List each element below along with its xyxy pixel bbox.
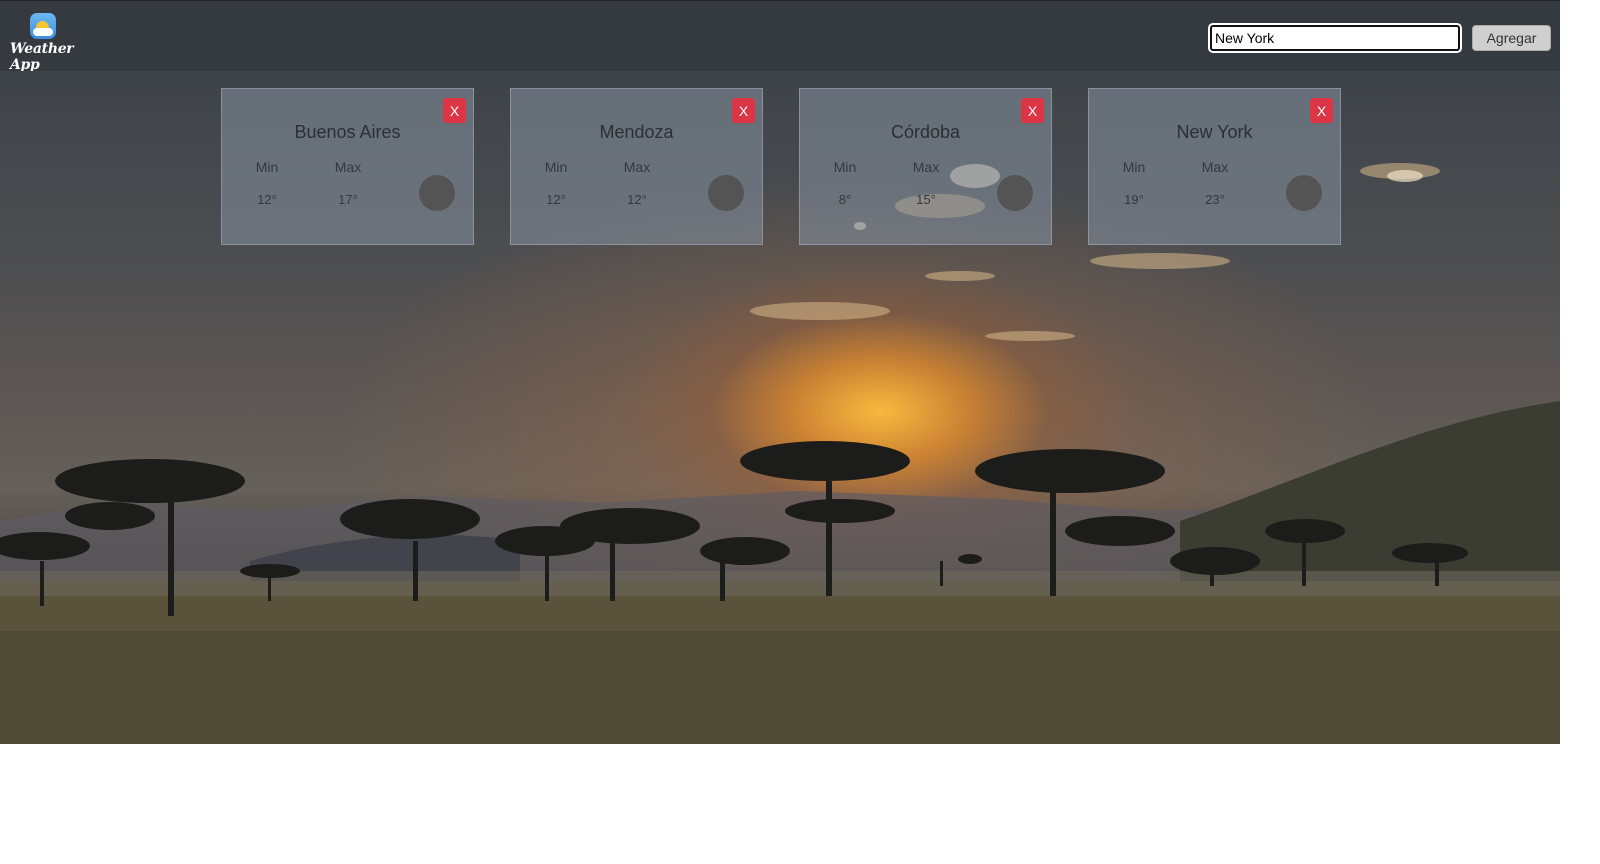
city-card: X New York Min 19° Max 23°: [1088, 88, 1341, 245]
max-temperature: Max 12°: [607, 159, 667, 207]
min-label: Min: [544, 159, 568, 175]
max-temperature: Max 23°: [1185, 159, 1245, 207]
max-value: 12°: [627, 192, 647, 207]
min-temperature: Min 12°: [526, 159, 586, 207]
max-value: 17°: [338, 192, 358, 207]
remove-city-button[interactable]: X: [732, 98, 755, 123]
weather-icon: [419, 175, 455, 211]
remove-city-button[interactable]: X: [1021, 98, 1044, 123]
city-card: X Córdoba Min 8° Max 15°: [799, 88, 1052, 245]
max-label: Max: [623, 159, 651, 175]
navbar: Weather App Agregar: [0, 0, 1560, 73]
min-value: 19°: [1124, 192, 1144, 207]
city-name: Córdoba: [890, 122, 961, 142]
max-label: Max: [1201, 159, 1229, 175]
city-name: Buenos Aires: [294, 122, 401, 142]
max-temperature: Max 17°: [318, 159, 378, 207]
min-label: Min: [1122, 159, 1146, 175]
city-card: X Buenos Aires Min 12° Max 17°: [221, 88, 474, 245]
min-temperature: Min 19°: [1104, 159, 1164, 207]
max-value: 23°: [1205, 192, 1225, 207]
add-city-button[interactable]: Agregar: [1472, 25, 1551, 51]
city-name: New York: [1176, 122, 1253, 142]
sun-behind-cloud-icon: [30, 13, 56, 39]
min-label: Min: [255, 159, 279, 175]
remove-city-button[interactable]: X: [443, 98, 466, 123]
max-label: Max: [912, 159, 940, 175]
weather-icon: [997, 175, 1033, 211]
max-value: 15°: [916, 192, 936, 207]
city-name: Mendoza: [599, 122, 674, 142]
city-card: X Mendoza Min 12° Max 12°: [510, 88, 763, 245]
min-value: 12°: [546, 192, 566, 207]
max-label: Max: [334, 159, 362, 175]
min-temperature: Min 8°: [815, 159, 875, 207]
min-label: Min: [833, 159, 857, 175]
max-temperature: Max 15°: [896, 159, 956, 207]
weather-icon: [708, 175, 744, 211]
min-value: 12°: [257, 192, 277, 207]
weather-icon: [1286, 175, 1322, 211]
brand-name: Weather App: [10, 41, 74, 73]
min-value: 8°: [838, 192, 852, 207]
city-search-input[interactable]: [1208, 23, 1462, 53]
remove-city-button[interactable]: X: [1310, 98, 1333, 123]
min-temperature: Min 12°: [237, 159, 297, 207]
brand[interactable]: Weather App: [10, 13, 100, 73]
